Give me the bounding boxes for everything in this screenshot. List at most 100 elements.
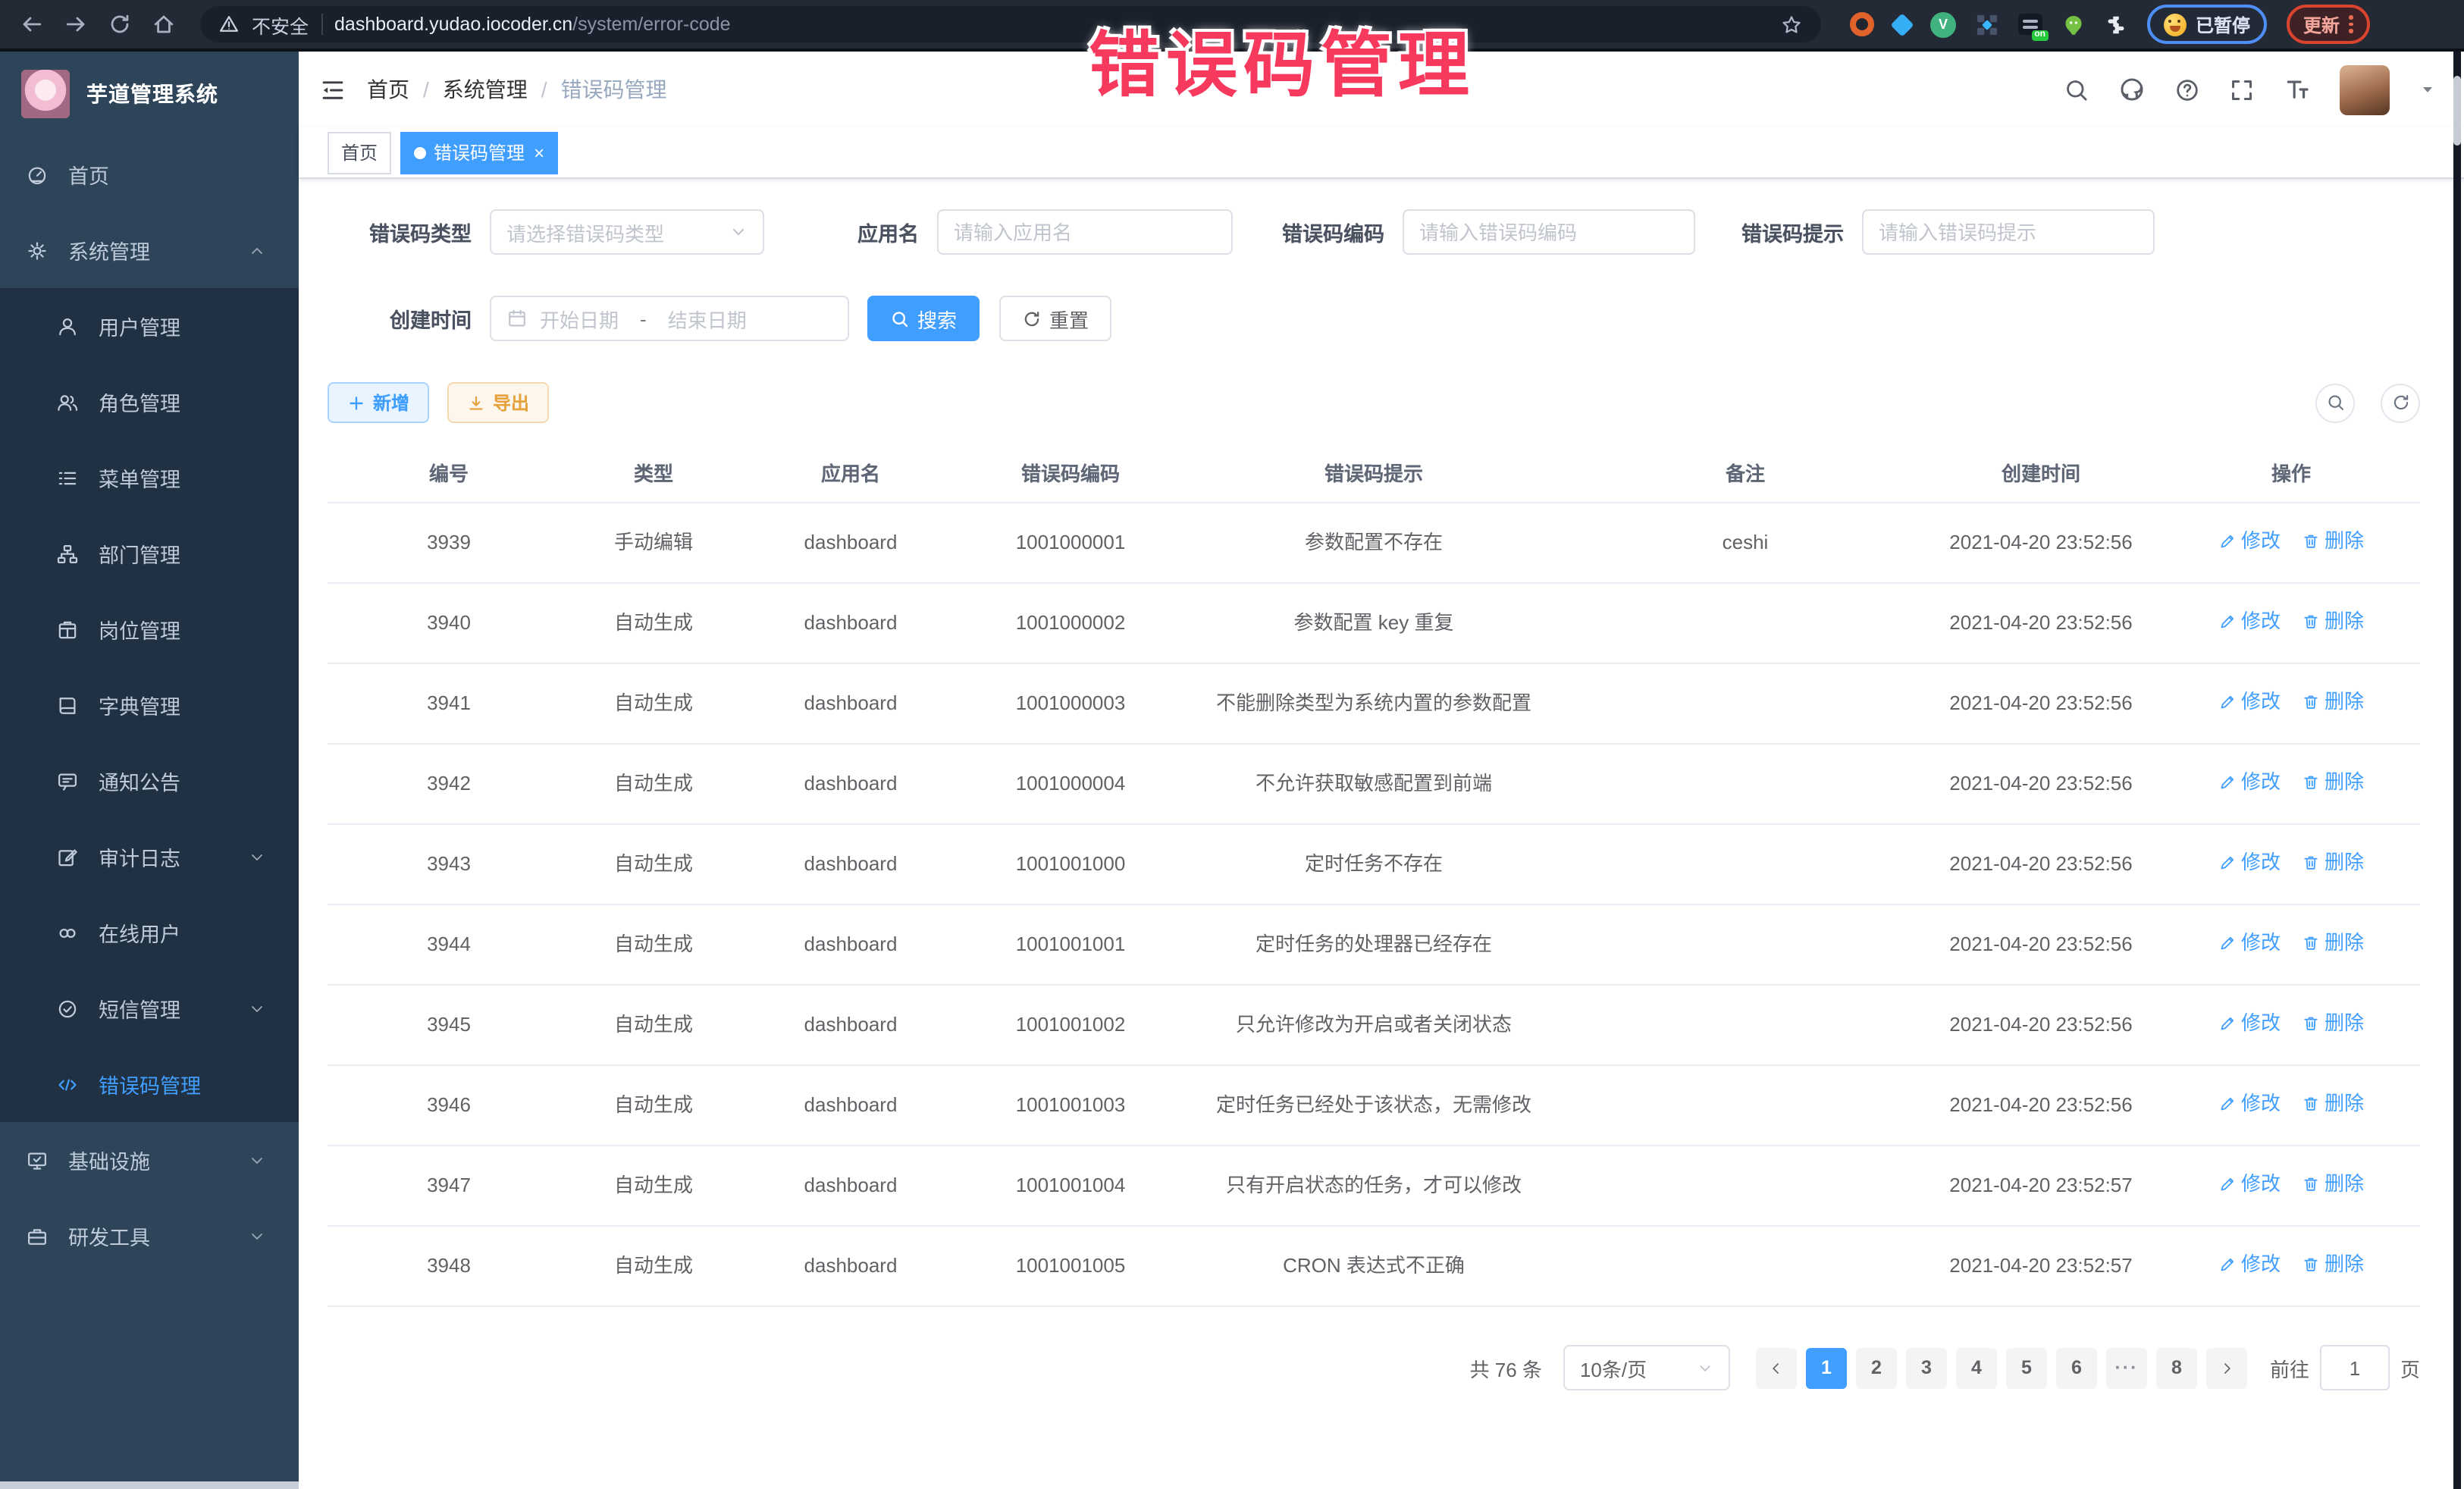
export-button[interactable]: 导出 xyxy=(447,382,549,423)
breadcrumb-system[interactable]: 系统管理 xyxy=(443,74,528,105)
page-3-button[interactable]: 3 xyxy=(1906,1347,1947,1388)
header-search-icon[interactable] xyxy=(2064,77,2089,102)
user-avatar[interactable] xyxy=(2340,64,2390,114)
refresh-table-button[interactable] xyxy=(2381,383,2420,422)
vue-devtools-icon[interactable]: V xyxy=(1930,11,1956,37)
edit-link[interactable]: 修改 xyxy=(2218,526,2281,556)
delete-link[interactable]: 删除 xyxy=(2302,928,2364,958)
browser-home-button[interactable] xyxy=(147,8,180,41)
delete-link[interactable]: 删除 xyxy=(2302,1249,2364,1280)
edit-link[interactable]: 修改 xyxy=(2218,607,2281,637)
edit-link[interactable]: 修改 xyxy=(2218,1008,2281,1039)
sidebar-item-notice-announcement[interactable]: 通知公告 xyxy=(0,743,299,819)
sidebar-item-dev-tools[interactable]: 研发工具 xyxy=(0,1198,299,1274)
sidebar-item-home[interactable]: 首页 xyxy=(0,136,299,212)
toggle-search-button[interactable] xyxy=(2315,383,2355,422)
edit-link[interactable]: 修改 xyxy=(2218,1169,2281,1199)
edit-icon xyxy=(2218,1014,2237,1033)
tab-home[interactable]: 首页 xyxy=(328,131,391,174)
trash-icon xyxy=(2302,1014,2320,1033)
sidebar-item-user-management[interactable]: 用户管理 xyxy=(0,288,299,364)
cell-hint: CRON 表达式不正确 xyxy=(1177,1226,1571,1306)
page-4-button[interactable]: 4 xyxy=(1956,1347,1997,1388)
sidebar-item-menu-management[interactable]: 菜单管理 xyxy=(0,440,299,516)
extension-orange-icon[interactable] xyxy=(1850,12,1874,36)
page-size-select[interactable]: 10条/页 xyxy=(1563,1345,1730,1390)
delete-link[interactable]: 删除 xyxy=(2302,526,2364,556)
extension-on-badge-icon[interactable]: on xyxy=(2018,14,2042,35)
sidebar-item-error-code-management[interactable]: 错误码管理 xyxy=(0,1046,299,1122)
sidebar-toggle-button[interactable] xyxy=(320,77,346,102)
prev-page-button[interactable] xyxy=(1756,1347,1797,1388)
browser-update-button[interactable]: 更新 xyxy=(2287,5,2369,44)
search-button[interactable]: 搜索 xyxy=(867,296,980,341)
page-ellipsis[interactable]: ··· xyxy=(2106,1347,2147,1388)
sidebar-item-audit-log[interactable]: 审计日志 xyxy=(0,819,299,895)
sidebar-item-role-management[interactable]: 角色管理 xyxy=(0,364,299,440)
reset-button[interactable]: 重置 xyxy=(999,296,1111,341)
sidebar-item-dict-management[interactable]: 字典管理 xyxy=(0,667,299,743)
sidebar-item-infrastructure[interactable]: 基础设施 xyxy=(0,1122,299,1198)
edit-link[interactable]: 修改 xyxy=(2218,848,2281,878)
edit-link[interactable]: 修改 xyxy=(2218,1249,2281,1280)
font-size-icon[interactable] xyxy=(2284,76,2311,103)
page-8-button[interactable]: 8 xyxy=(2156,1347,2197,1388)
sidebar-item-system-management[interactable]: 系统管理 xyxy=(0,212,299,288)
sidebar-logo[interactable]: 芋道管理系统 xyxy=(0,52,299,136)
edit-link[interactable]: 修改 xyxy=(2218,687,2281,717)
sidebar-item-online-users[interactable]: 在线用户 xyxy=(0,895,299,970)
delete-link[interactable]: 删除 xyxy=(2302,1169,2364,1199)
user-menu-caret-icon[interactable] xyxy=(2419,80,2437,99)
github-icon[interactable] xyxy=(2118,76,2146,103)
profile-paused-badge[interactable]: 已暂停 xyxy=(2147,5,2267,44)
browser-reload-button[interactable] xyxy=(103,8,136,41)
fullscreen-icon[interactable] xyxy=(2229,77,2255,102)
extension-blue-pin-icon[interactable] xyxy=(1890,12,1914,36)
cell-hint: 定时任务的处理器已经存在 xyxy=(1177,904,1571,985)
sidebar-item-sms-management[interactable]: 短信管理 xyxy=(0,970,299,1046)
browser-forward-button[interactable] xyxy=(59,8,92,41)
breadcrumb-current: 错误码管理 xyxy=(561,74,667,105)
page-5-button[interactable]: 5 xyxy=(2006,1347,2047,1388)
delete-link[interactable]: 删除 xyxy=(2302,1008,2364,1039)
error-type-select[interactable]: 请选择错误码类型 xyxy=(490,209,764,255)
delete-link[interactable]: 删除 xyxy=(2302,848,2364,878)
sidebar-scrollbar[interactable] xyxy=(0,1481,299,1489)
page-1-button[interactable]: 1 xyxy=(1806,1347,1847,1388)
bubble-icon xyxy=(56,770,79,792)
tab-close-icon[interactable]: × xyxy=(534,143,544,161)
browser-back-button[interactable] xyxy=(15,8,49,41)
error-hint-input[interactable] xyxy=(1879,221,2138,243)
delete-link[interactable]: 删除 xyxy=(2302,687,2364,717)
sidebar-item-post-management[interactable]: 岗位管理 xyxy=(0,591,299,667)
delete-link[interactable]: 删除 xyxy=(2302,767,2364,798)
edit-link[interactable]: 修改 xyxy=(2218,928,2281,958)
date-range-picker[interactable]: 开始日期 - 结束日期 xyxy=(490,296,849,341)
error-code-input[interactable] xyxy=(1419,221,1679,243)
page-scrollbar-thumb[interactable] xyxy=(2453,76,2461,146)
delete-link[interactable]: 删除 xyxy=(2302,1089,2364,1119)
sidebar-nav: 首页 系统管理 用户管理 角色管理 菜单管理 部门管理 岗位管理 字典管理 通知 xyxy=(0,136,299,1274)
error-code-input-wrap xyxy=(1403,209,1695,255)
app-name-input[interactable] xyxy=(954,221,1216,243)
chevron-up-icon xyxy=(248,241,266,259)
edit-icon xyxy=(2218,934,2237,952)
extension-green-mascot-icon[interactable] xyxy=(2062,13,2085,36)
extension-grid-icon[interactable] xyxy=(1976,13,1998,36)
browser-menu-icon[interactable] xyxy=(2349,16,2353,33)
next-page-button[interactable] xyxy=(2206,1347,2247,1388)
edit-link[interactable]: 修改 xyxy=(2218,767,2281,798)
goto-page-input[interactable] xyxy=(2320,1345,2390,1390)
add-button[interactable]: 新增 xyxy=(328,382,429,423)
page-2-button[interactable]: 2 xyxy=(1856,1347,1897,1388)
tab-error-code-management[interactable]: 错误码管理 × xyxy=(400,131,558,174)
extensions-puzzle-icon[interactable] xyxy=(2105,13,2127,36)
sidebar-item-dept-management[interactable]: 部门管理 xyxy=(0,516,299,591)
address-bar[interactable]: 不安全 dashboard.yudao.iocoder.cn/system/er… xyxy=(200,6,1821,42)
page-6-button[interactable]: 6 xyxy=(2056,1347,2097,1388)
help-icon[interactable] xyxy=(2174,77,2200,102)
bookmark-star-icon[interactable] xyxy=(1780,13,1803,36)
edit-link[interactable]: 修改 xyxy=(2218,1089,2281,1119)
breadcrumb-home[interactable]: 首页 xyxy=(367,74,409,105)
delete-link[interactable]: 删除 xyxy=(2302,607,2364,637)
